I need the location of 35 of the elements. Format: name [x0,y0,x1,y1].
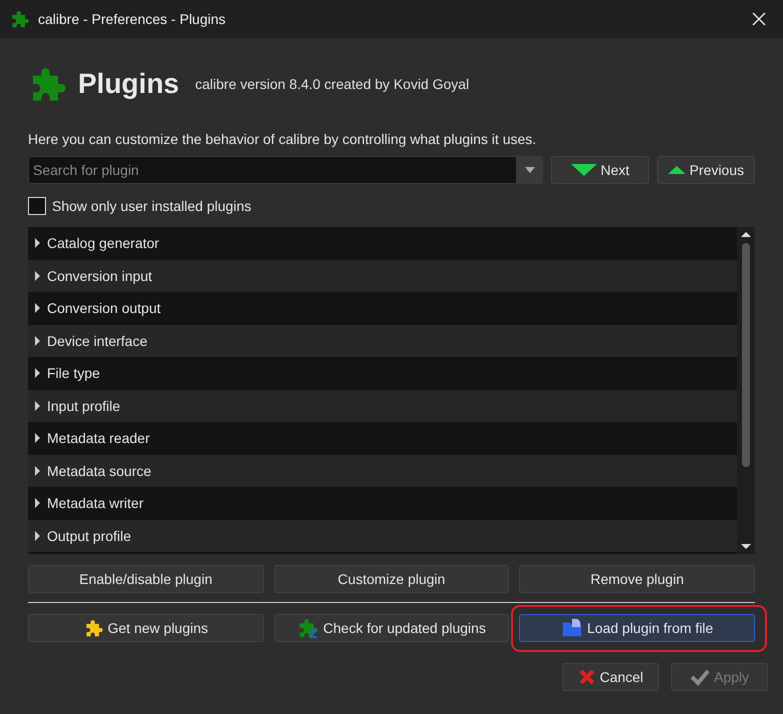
next-button[interactable]: Next [551,156,649,184]
cancel-button[interactable]: Cancel [562,663,659,691]
puzzle-icon [84,618,104,638]
previous-button[interactable]: Previous [657,156,755,184]
window-title: calibre - Preferences - Plugins [38,11,227,27]
tree-item[interactable]: Output profile [28,520,737,552]
tree-item[interactable]: Metadata source [28,454,737,487]
dropdown-arrow-icon [525,167,535,173]
checkbox-label: Show only user installed plugins [52,198,252,214]
cross-icon [578,668,596,686]
plugin-source-button[interactable]: Load plugin from file [519,614,755,642]
tree-item[interactable]: Conversion input [28,260,737,292]
plugin-source-button[interactable]: Get new plugins [28,614,264,642]
folder-icon [561,617,584,639]
down-triangle-icon [570,164,597,176]
tree-item[interactable]: Input profile [28,390,737,422]
page-title: Plugins [78,68,180,100]
tree-item[interactable]: Device interface [28,324,737,357]
scroll-down-icon[interactable] [741,542,751,550]
checkmark-icon [690,668,710,686]
plugin-action-button[interactable]: Remove plugin [519,565,755,593]
plugin-action-button[interactable]: Enable/disable plugin [28,565,264,593]
app-icon [10,9,30,29]
search-field[interactable]: Search for plugin [28,156,517,184]
dropdown-button[interactable] [517,156,543,184]
close-icon [752,12,766,26]
scroll-up-icon[interactable] [741,231,751,239]
plugin-source-button[interactable]: Check for updated plugins [274,614,510,642]
checkbox[interactable] [28,197,46,215]
scrollbar[interactable] [737,227,755,554]
version-text: calibre version 8.4.0 created by Kovid Goyal [195,76,470,92]
up-triangle-icon [668,164,686,176]
description-text: Here you can customize the behavior of calibre by controlling what plugins it uses. [28,131,538,147]
plugin-action-button[interactable]: Customize plugin [274,565,510,593]
puzzle-download-icon [297,617,320,639]
